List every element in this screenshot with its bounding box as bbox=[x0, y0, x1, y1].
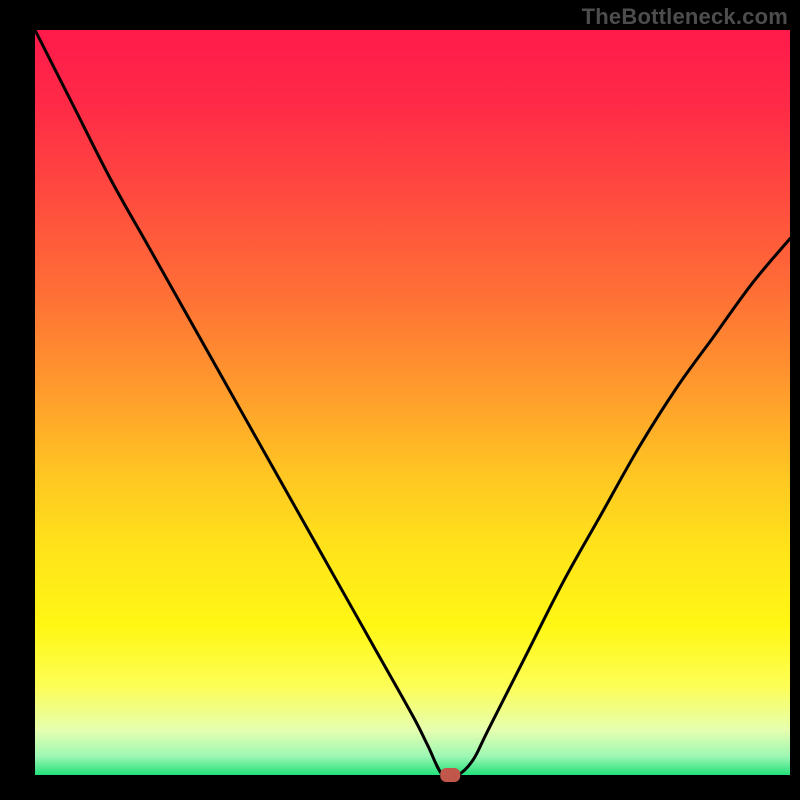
chart-svg bbox=[0, 0, 800, 800]
minimum-marker bbox=[440, 768, 460, 782]
chart-background bbox=[35, 30, 790, 775]
chart-container: TheBottleneck.com bbox=[0, 0, 800, 800]
